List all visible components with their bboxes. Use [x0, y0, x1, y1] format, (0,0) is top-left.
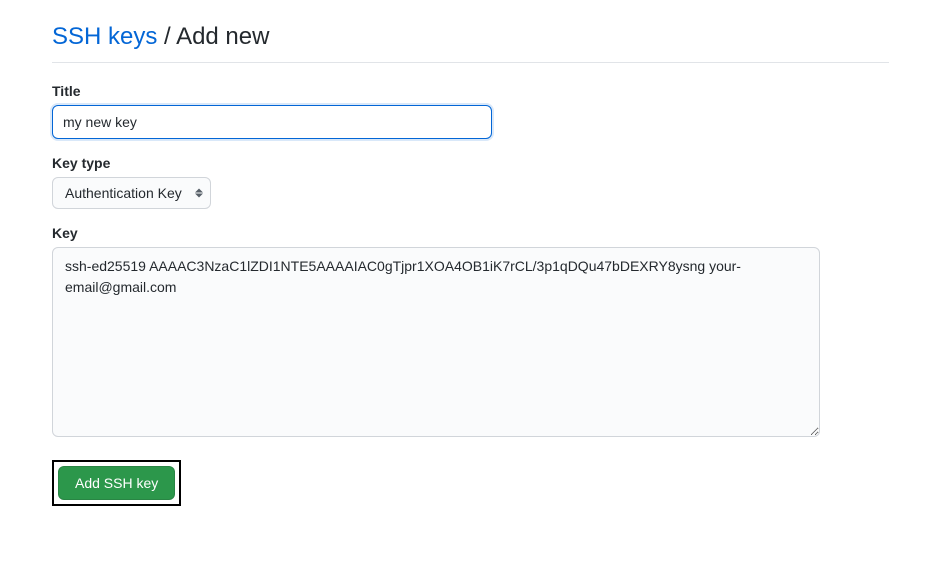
page-header: SSH keys / Add new — [52, 20, 889, 63]
breadcrumb: SSH keys / Add new — [52, 20, 889, 54]
breadcrumb-separator: / — [164, 23, 176, 50]
key-type-label: Key type — [52, 155, 889, 171]
title-group: Title — [52, 83, 889, 139]
submit-highlight-box: Add SSH key — [52, 460, 181, 506]
key-group: Key — [52, 225, 889, 440]
add-ssh-key-button[interactable]: Add SSH key — [58, 466, 175, 500]
title-input[interactable] — [52, 105, 492, 139]
key-textarea[interactable] — [52, 247, 820, 437]
breadcrumb-current: Add new — [176, 23, 269, 50]
key-label: Key — [52, 225, 889, 241]
key-type-group: Key type Authentication Key — [52, 155, 889, 209]
title-label: Title — [52, 83, 889, 99]
add-ssh-key-form: Title Key type Authentication Key Key Ad… — [52, 83, 889, 506]
key-type-select[interactable]: Authentication Key — [52, 177, 211, 209]
key-type-select-wrapper: Authentication Key — [52, 177, 211, 209]
breadcrumb-link-ssh-keys[interactable]: SSH keys — [52, 23, 157, 50]
